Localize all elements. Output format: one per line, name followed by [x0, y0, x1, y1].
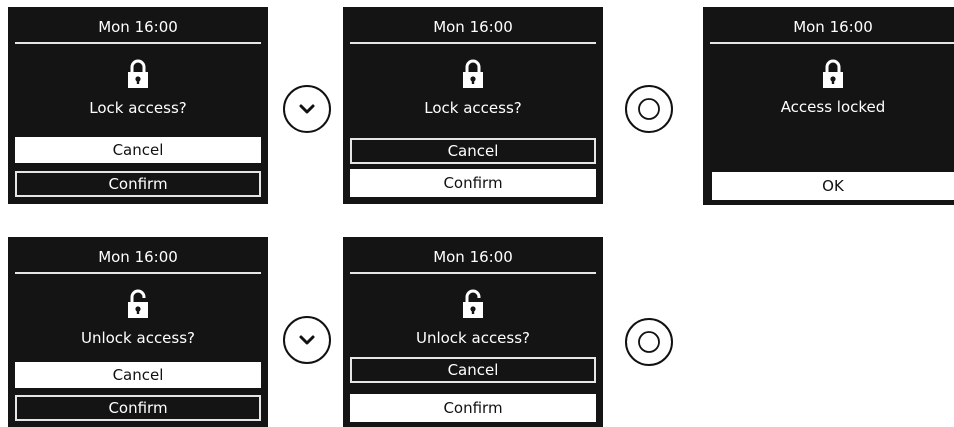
confirm-button[interactable]: Confirm — [15, 171, 261, 197]
clock-time: Mon 16:00 — [98, 18, 178, 36]
dialog-message: Unlock access? — [415, 329, 531, 347]
lock-closed-icon — [823, 59, 843, 88]
dialog-message: Access locked — [780, 98, 886, 116]
chevron-down-icon[interactable] — [283, 85, 331, 133]
lock-closed-icon — [463, 59, 483, 88]
dialog-message: Lock access? — [424, 99, 522, 117]
screen-lock-prompt-cancel: Mon 16:00 Lock access? Cancel Confirm — [8, 7, 268, 204]
cancel-button[interactable]: Cancel — [350, 138, 596, 164]
clock-time: Mon 16:00 — [433, 248, 513, 266]
cancel-button[interactable]: Cancel — [15, 362, 261, 388]
confirm-button[interactable]: Confirm — [350, 394, 596, 422]
lock-closed-icon — [128, 59, 148, 88]
clock-time: Mon 16:00 — [433, 18, 513, 36]
lock-open-icon — [128, 289, 148, 318]
dialog-message: Lock access? — [89, 99, 187, 117]
clock-time: Mon 16:00 — [98, 248, 178, 266]
confirm-circle-icon[interactable] — [625, 318, 673, 366]
divider — [15, 42, 261, 44]
divider — [350, 272, 596, 274]
lock-open-icon — [463, 289, 483, 318]
dialog-message: Unlock access? — [80, 329, 196, 347]
screen-unlock-prompt-confirm: Mon 16:00 Unlock access? Cancel Confirm — [343, 237, 603, 427]
screen-lock-prompt-confirm: Mon 16:00 Lock access? Cancel Confirm — [343, 7, 603, 204]
divider — [15, 272, 261, 274]
divider — [350, 42, 596, 44]
confirm-button[interactable]: Confirm — [15, 395, 261, 421]
cancel-button[interactable]: Cancel — [350, 357, 596, 383]
chevron-down-icon[interactable] — [283, 316, 331, 364]
clock-time: Mon 16:00 — [793, 18, 873, 36]
confirm-circle-icon[interactable] — [625, 85, 673, 133]
confirm-button[interactable]: Confirm — [350, 169, 596, 197]
screen-access-locked: Mon 16:00 Access locked OK — [703, 7, 954, 205]
screen-unlock-prompt-cancel: Mon 16:00 Unlock access? Cancel Confirm — [8, 237, 268, 427]
cancel-button[interactable]: Cancel — [15, 137, 261, 163]
ok-button[interactable]: OK — [712, 172, 954, 200]
divider — [710, 42, 954, 44]
